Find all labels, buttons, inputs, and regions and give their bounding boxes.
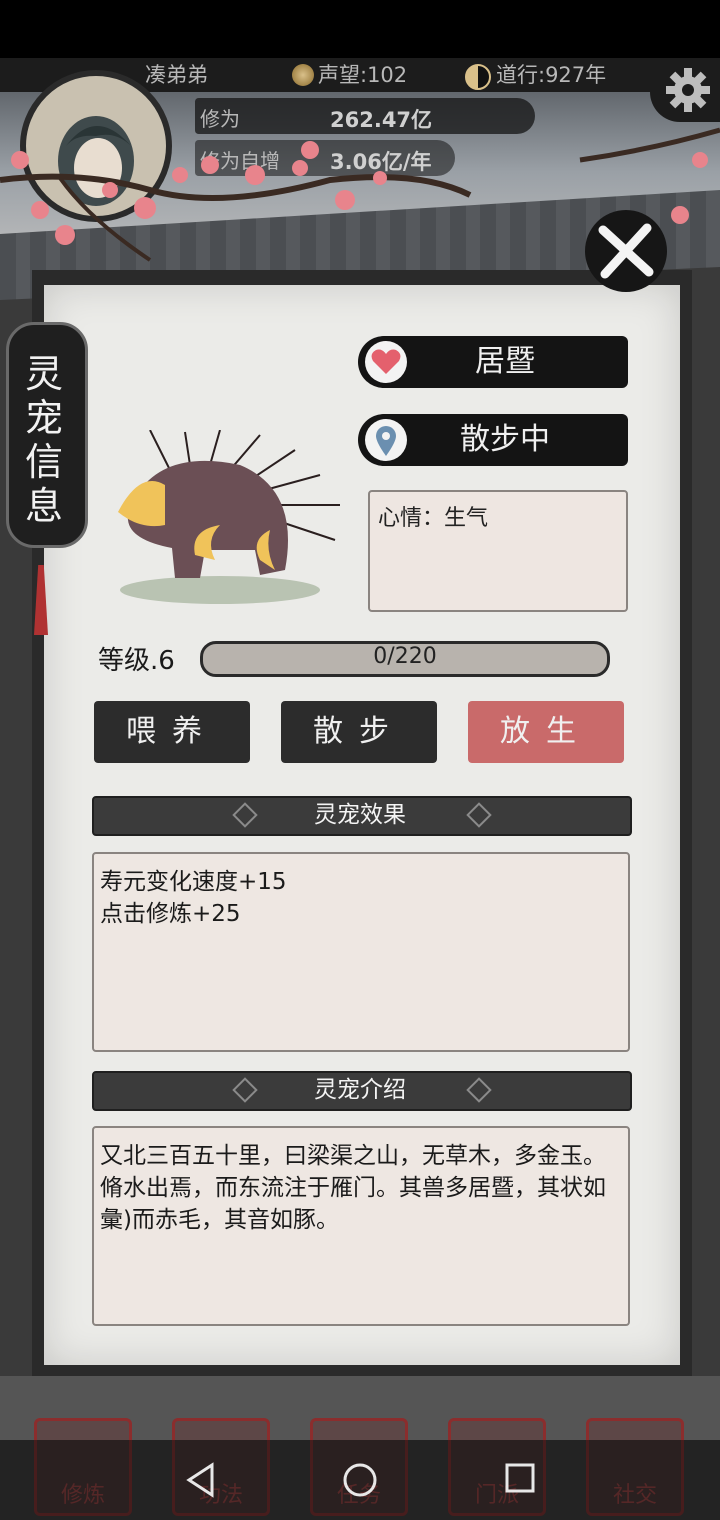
location-pin-icon [365,419,407,461]
xp-value: 0/220 [373,644,437,669]
daoxing-value: 道行:927年 [496,63,607,87]
pet-name: 居暨 [475,344,535,379]
yinyang-icon [465,64,491,90]
home-icon[interactable] [342,1462,378,1498]
pet-porcupine-illustration [118,430,340,604]
release-button[interactable]: 放生 [468,701,624,763]
mood-text: 心情：生气 [378,506,489,531]
effect-line-1: 寿元变化速度+15 [100,869,287,895]
gear-icon [666,68,710,112]
intro-title: 灵宠介绍 [314,1077,406,1103]
status-bar [0,0,720,58]
close-button[interactable] [585,210,667,292]
intro-text: 又北三百五十里，曰梁渠之山，无草木，多金玉。脩水出焉，而东流注于雁门。其兽多居暨… [100,1143,606,1233]
settings-button[interactable] [650,58,720,122]
player-name: 凑弟弟 [145,63,208,87]
effect-line-2: 点击修炼+25 [100,901,241,927]
back-icon[interactable] [184,1462,218,1498]
pet-level: 等级.6 [98,646,175,676]
heart-icon [365,341,407,383]
pet-status: 散步中 [460,422,550,457]
feed-button[interactable]: 喂养 [94,701,250,763]
walk-button[interactable]: 散步 [281,701,437,763]
reputation-value: 声望:102 [318,63,408,87]
side-title-text: 灵宠信息 [24,352,63,528]
close-icon [598,223,654,279]
effects-title: 灵宠效果 [314,802,406,828]
reputation-coin-icon [292,64,314,86]
recents-icon[interactable] [504,1462,536,1494]
